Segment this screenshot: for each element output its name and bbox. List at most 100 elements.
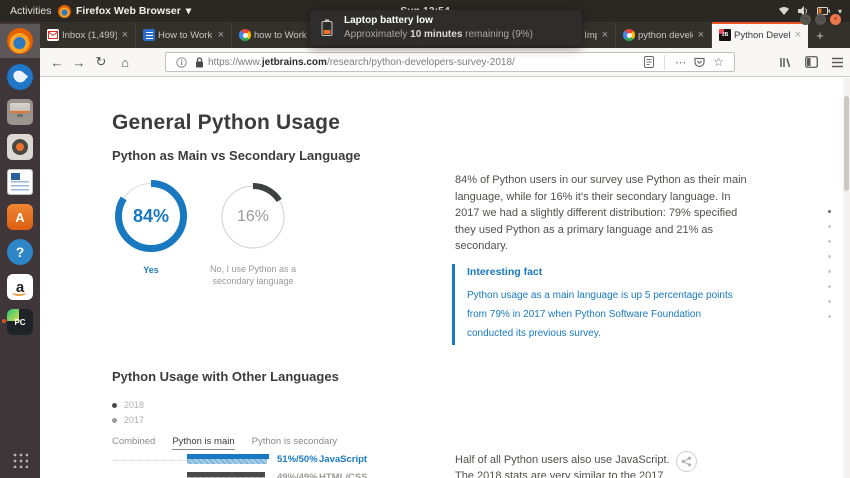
dock-item-thunderbird[interactable]: [0, 60, 40, 94]
donut-label-yes: Yes: [114, 264, 188, 276]
reader-mode-icon[interactable]: [640, 56, 658, 68]
legend-dot-2018: [112, 403, 117, 408]
nav-dot[interactable]: [828, 210, 831, 213]
ubuntu-software-icon: A: [7, 204, 33, 230]
fact-title: Interesting fact: [467, 266, 744, 278]
legend-2018[interactable]: 2018: [112, 400, 144, 410]
jetbrains-icon: JB: [719, 29, 731, 41]
back-button[interactable]: ←: [46, 48, 68, 76]
firefox-icon: [58, 5, 71, 18]
dock-item-firefox[interactable]: [0, 24, 40, 58]
tab-inbox[interactable]: Inbox (1,499) - i16 ×: [40, 22, 136, 48]
dock-item-amazon[interactable]: a: [0, 270, 40, 304]
legend-dot-2017: [112, 418, 117, 423]
dock-item-libreoffice-writer[interactable]: [0, 165, 40, 199]
tab-python-developers-survey[interactable]: JB Python Developers ×: [712, 22, 808, 48]
filter-tab-combined[interactable]: Combined: [112, 436, 155, 450]
tab-close-icon[interactable]: ×: [793, 29, 803, 41]
firefox-icon: [7, 28, 33, 54]
divider: [664, 55, 665, 69]
forward-button[interactable]: →: [68, 48, 90, 76]
dock-item-help[interactable]: ?: [0, 235, 40, 269]
chevron-down-icon: ▾: [186, 5, 191, 17]
rhythmbox-icon: [7, 134, 33, 160]
nav-dot[interactable]: [828, 255, 831, 258]
tab-close-icon[interactable]: ×: [696, 29, 706, 41]
tab-close-icon[interactable]: ×: [216, 29, 226, 41]
bar-values: 49%/49%: [277, 472, 318, 478]
url-text[interactable]: https://www.jetbrains.com/research/pytho…: [208, 57, 640, 68]
dock-item-rhythmbox[interactable]: [0, 130, 40, 164]
scrollbar[interactable]: [843, 78, 850, 478]
thunderbird-icon: [7, 64, 33, 90]
share-icon[interactable]: [676, 451, 697, 472]
library-icon[interactable]: [779, 56, 792, 69]
bar-label: JavaScript: [319, 454, 367, 465]
tab-title: Python Developers: [734, 30, 790, 41]
bars: [187, 454, 269, 464]
notification-title: Laptop battery low: [344, 15, 433, 26]
navigation-toolbar: ← → ↻ ⌂ https://www.jetbrains.com/resear…: [40, 48, 850, 77]
dock-item-ubuntu-software[interactable]: A: [0, 200, 40, 234]
section-heading-main-vs-secondary: Python as Main vs Secondary Language: [112, 148, 361, 163]
nav-dot[interactable]: [828, 285, 831, 288]
nav-dot[interactable]: [828, 240, 831, 243]
bar-row-javascript: 51%/50% JavaScript: [40, 454, 850, 468]
bookmark-star-icon[interactable]: ☆: [709, 55, 728, 69]
nav-dot[interactable]: [828, 315, 831, 318]
menu-hamburger-icon[interactable]: [831, 57, 844, 68]
bar-values: 51%/50%: [277, 454, 318, 465]
dock: A ? a PC: [0, 22, 40, 478]
gmail-icon: [47, 29, 59, 41]
close-button[interactable]: ×: [830, 14, 841, 25]
filter-tab-python-is-main[interactable]: Python is main: [172, 436, 234, 450]
dock-item-pycharm[interactable]: PC: [0, 305, 40, 339]
notification-body: Approximately 10 minutes remaining (9%): [344, 29, 533, 40]
bar-label: HTML/CSS: [319, 472, 368, 478]
app-menu-label: Firefox Web Browser: [76, 5, 181, 17]
amazon-icon: a: [7, 274, 33, 300]
help-icon: ?: [7, 239, 33, 265]
leader-line: [112, 460, 187, 461]
donut-value: 84%: [114, 179, 188, 253]
legend-2017[interactable]: 2017: [112, 415, 144, 425]
section-dot-navigation[interactable]: [828, 210, 831, 318]
battery-notification[interactable]: Laptop battery low Approximately 10 minu…: [310, 10, 582, 46]
minimize-button[interactable]: −: [800, 14, 811, 25]
legend-label: 2018: [124, 400, 144, 410]
pocket-icon[interactable]: [690, 57, 709, 68]
nav-dot[interactable]: [828, 300, 831, 303]
page-actions-icon[interactable]: ⋯: [671, 56, 690, 69]
pycharm-icon: PC: [7, 309, 33, 335]
home-button[interactable]: ⌂: [114, 48, 136, 76]
page-title: General Python Usage: [112, 111, 340, 135]
nav-dot[interactable]: [828, 225, 831, 228]
page-content: General Python Usage Python as Main vs S…: [40, 78, 850, 478]
tab-title: Inbox (1,499) - i16: [62, 30, 117, 41]
tab-title: how to Work Wi: [254, 30, 309, 41]
section-heading-other-languages: Python Usage with Other Languages: [112, 369, 339, 384]
info-icon[interactable]: [172, 57, 191, 68]
tab-how-to-work[interactable]: How to Work With ×: [136, 22, 232, 48]
tab-python-development[interactable]: python developm ×: [616, 22, 712, 48]
app-menu[interactable]: Firefox Web Browser ▾: [58, 0, 191, 22]
dock-item-files[interactable]: [0, 95, 40, 129]
tab-close-icon[interactable]: ×: [120, 29, 130, 41]
firefox-window: Inbox (1,499) - i16 × How to Work With ×…: [40, 22, 850, 478]
maximize-button[interactable]: □: [815, 14, 826, 25]
show-applications-button[interactable]: [12, 452, 28, 468]
donut-value: 16%: [218, 182, 288, 252]
filter-tab-python-is-secondary[interactable]: Python is secondary: [252, 436, 338, 450]
sidebar-icon[interactable]: [805, 56, 818, 68]
scrollbar-thumb[interactable]: [844, 96, 849, 191]
nav-dot[interactable]: [828, 270, 831, 273]
activities-button[interactable]: Activities: [10, 0, 51, 22]
tab-title: How to Work With: [158, 30, 213, 41]
url-bar[interactable]: https://www.jetbrains.com/research/pytho…: [165, 52, 735, 72]
new-tab-button[interactable]: +: [808, 22, 832, 48]
paragraph-main-vs-secondary: 84% of Python users in our survey use Py…: [455, 172, 750, 255]
reload-button[interactable]: ↻: [90, 48, 112, 76]
files-icon: [7, 99, 33, 125]
tab-close-icon[interactable]: ×: [600, 29, 610, 41]
toolbar-right: [779, 48, 844, 76]
